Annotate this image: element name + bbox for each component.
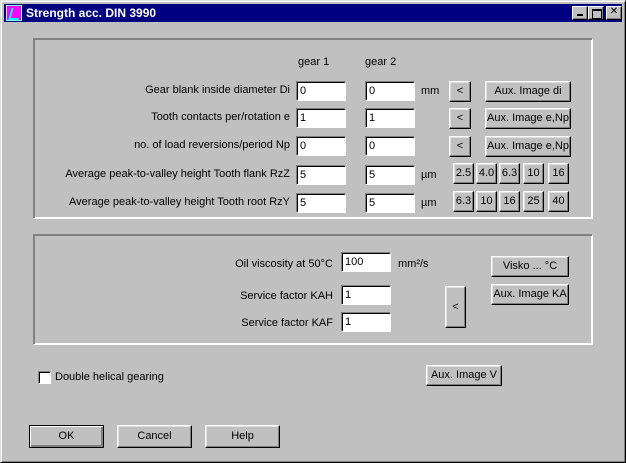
- inside-diameter-gear1-input[interactable]: [296, 81, 346, 101]
- oil-viscosity-input[interactable]: [341, 252, 391, 272]
- minimize-button[interactable]: [572, 6, 588, 20]
- flank-preset-10-button[interactable]: 10: [523, 163, 544, 184]
- unit-micrometer: µm: [421, 169, 437, 181]
- row-label-tooth-contacts: Tooth contacts per/rotation e: [151, 111, 290, 123]
- visko-button[interactable]: Visko ... °C: [491, 256, 569, 277]
- double-helical-checkbox[interactable]: [38, 371, 51, 384]
- tooth-contacts-gear1-input[interactable]: [296, 108, 346, 128]
- help-button[interactable]: Help: [205, 425, 280, 448]
- aux-image-e-np-button-2[interactable]: Aux. Image e,Np: [485, 136, 571, 157]
- row-label-inside-diameter: Gear blank inside diameter Di: [145, 84, 290, 96]
- root-preset-10-button[interactable]: 10: [476, 191, 497, 212]
- viscosity-unit: mm²/s: [398, 258, 429, 270]
- row-label-root-roughness: Average peak-to-valley height Tooth root…: [69, 196, 290, 208]
- flank-preset-16-button[interactable]: 16: [548, 163, 569, 184]
- gear1-column-header: gear 1: [298, 56, 330, 68]
- title-bar[interactable]: Strength acc. DIN 3990 ✕: [4, 4, 622, 22]
- service-factor-kah-input[interactable]: [341, 285, 391, 305]
- unit-micrometer-2: µm: [421, 197, 437, 209]
- close-button[interactable]: ✕: [606, 6, 622, 20]
- tooth-contacts-gear2-input[interactable]: [365, 108, 415, 128]
- unit-mm: mm: [421, 85, 440, 97]
- load-reversions-gear2-input[interactable]: [365, 136, 415, 156]
- gear2-column-header: gear 2: [365, 56, 397, 68]
- row-label-flank-roughness: Average peak-to-valley height Tooth flan…: [65, 168, 290, 180]
- oil-viscosity-label: Oil viscosity at 50°C: [235, 258, 333, 270]
- aux-image-v-button[interactable]: Aux. Image V: [426, 365, 502, 386]
- root-preset-16-button[interactable]: 16: [499, 191, 520, 212]
- load-reversions-arrow-button[interactable]: <: [449, 136, 471, 157]
- inside-diameter-arrow-button[interactable]: <: [449, 81, 471, 102]
- flank-preset-6-3-button[interactable]: 6.3: [499, 163, 520, 184]
- root-preset-25-button[interactable]: 25: [523, 191, 544, 212]
- tooth-contacts-arrow-button[interactable]: <: [449, 108, 471, 129]
- cancel-button[interactable]: Cancel: [117, 425, 192, 448]
- load-reversions-gear1-input[interactable]: [296, 136, 346, 156]
- root-preset-6-3-button[interactable]: 6.3: [453, 191, 474, 212]
- root-preset-40-button[interactable]: 40: [548, 191, 569, 212]
- ok-button[interactable]: OK: [29, 425, 104, 448]
- flank-roughness-gear1-input[interactable]: [296, 165, 346, 185]
- aux-image-ka-button[interactable]: Aux. Image KA: [491, 284, 569, 305]
- root-roughness-gear1-input[interactable]: [296, 193, 346, 213]
- service-factor-kaf-input[interactable]: [341, 312, 391, 332]
- window-title: Strength acc. DIN 3990: [26, 6, 157, 20]
- flank-roughness-gear2-input[interactable]: [365, 165, 415, 185]
- root-roughness-gear2-input[interactable]: [365, 193, 415, 213]
- flank-preset-4-0-button[interactable]: 4.0: [476, 163, 497, 184]
- oil-arrow-button[interactable]: <: [445, 286, 466, 328]
- inside-diameter-gear2-input[interactable]: [365, 81, 415, 101]
- double-helical-label[interactable]: Double helical gearing: [55, 371, 164, 383]
- flank-preset-2-5-button[interactable]: 2.5: [453, 163, 474, 184]
- maximize-button[interactable]: [588, 6, 604, 20]
- dialog-window: Strength acc. DIN 3990 ✕ gear 1 gear 2 G…: [0, 0, 626, 463]
- service-factor-kah-label: Service factor KAH: [240, 290, 333, 302]
- service-factor-kaf-label: Service factor KAF: [241, 317, 333, 329]
- aux-image-di-button[interactable]: Aux. Image di: [485, 81, 571, 102]
- row-label-load-reversions: no. of load reversions/period Np: [134, 139, 290, 151]
- aux-image-e-np-button[interactable]: Aux. Image e,Np: [485, 108, 571, 129]
- app-icon: [6, 5, 22, 21]
